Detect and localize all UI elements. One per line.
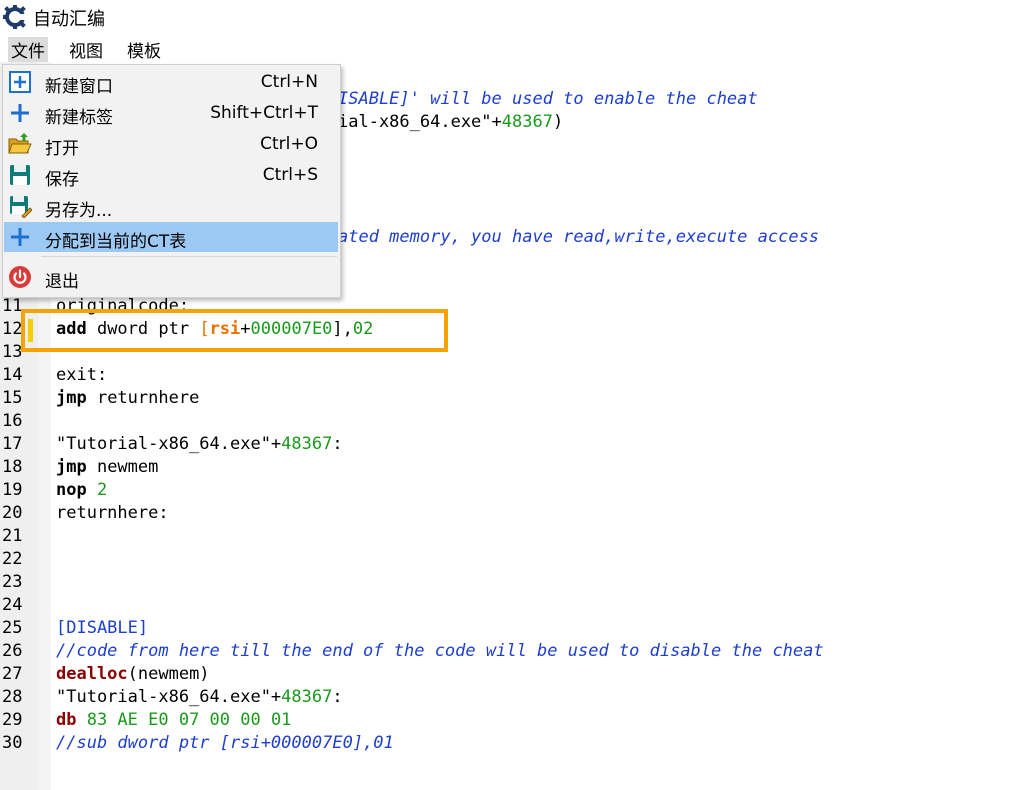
line-number: 21 <box>2 526 23 546</box>
code-line-14: exit: <box>56 365 108 385</box>
line-number: 28 <box>2 687 23 707</box>
menu-separator <box>41 256 337 257</box>
folder-open-icon <box>8 133 32 154</box>
menu-item-new-tab[interactable]: 新建标签 Shift+Ctrl+T <box>4 98 338 128</box>
code-line-2-fragment: ial-x86_64.exe"+48367) <box>338 112 564 132</box>
title-bar: 自动汇编 <box>0 0 1021 34</box>
line-number: 22 <box>2 549 23 569</box>
power-icon <box>9 266 31 288</box>
floppy-edit-icon <box>10 196 32 218</box>
line-number: 19 <box>2 480 23 500</box>
code-line-30: //sub dword ptr [rsi+000007E0],01 <box>56 733 394 753</box>
code-line-19: nop 2 <box>56 480 108 500</box>
line-number: 23 <box>2 572 23 592</box>
code-line-20: returnhere: <box>56 503 169 523</box>
menu-view[interactable]: 视图 <box>66 37 106 62</box>
menu-file[interactable]: 文件 <box>8 37 48 62</box>
line-number: 20 <box>2 503 23 523</box>
menu-item-save-as[interactable]: 另存为... <box>4 191 338 221</box>
code-line-17: "Tutorial-x86_64.exe"+48367: <box>56 434 343 454</box>
window-plus-icon <box>9 71 31 93</box>
code-line-28: "Tutorial-x86_64.exe"+48367: <box>56 687 343 707</box>
code-line-25: [DISABLE] <box>56 618 149 638</box>
code-line-27: dealloc(newmem) <box>56 664 210 684</box>
menu-item-open[interactable]: 打开 Ctrl+O <box>4 129 338 159</box>
code-line-7-fragment: ated memory, you have read,write,execute… <box>338 227 820 247</box>
line-number: 14 <box>2 365 23 385</box>
floppy-disk-icon <box>10 165 30 185</box>
menu-bar: 文件 视图 模板 <box>0 34 1021 62</box>
code-line-15: jmp returnhere <box>56 388 200 408</box>
code-line-18: jmp newmem <box>56 457 159 477</box>
line-number: 27 <box>2 664 23 684</box>
code-line-29: db 83 AE E0 07 00 00 01 <box>56 710 292 730</box>
line-number: 30 <box>2 733 23 753</box>
code-line-26: //code from here till the end of the cod… <box>56 641 824 661</box>
window-title: 自动汇编 <box>33 9 105 30</box>
menu-item-save[interactable]: 保存 Ctrl+S <box>4 160 338 190</box>
code-line-1-fragment: ISABLE]' will be used to enable the chea… <box>338 89 758 109</box>
menu-template[interactable]: 模板 <box>124 37 164 62</box>
line-number: 26 <box>2 641 23 661</box>
plus-icon <box>11 104 29 122</box>
line-number: 29 <box>2 710 23 730</box>
menu-item-assign-to-ct-table[interactable]: 分配到当前的CT表 <box>4 222 338 252</box>
line-number: 18 <box>2 457 23 477</box>
menu-item-exit[interactable]: 退出 <box>4 262 338 292</box>
plus-icon <box>11 228 29 246</box>
cheat-engine-logo-icon <box>3 5 27 29</box>
line-number: 24 <box>2 595 23 615</box>
line-number: 17 <box>2 434 23 454</box>
line-number: 15 <box>2 388 23 408</box>
highlight-annotation-box <box>21 309 448 352</box>
menu-item-new-window[interactable]: 新建窗口 Ctrl+N <box>4 67 338 97</box>
line-number: 25 <box>2 618 23 638</box>
line-number: 16 <box>2 411 23 431</box>
file-menu-dropdown: 新建窗口 Ctrl+N 新建标签 Shift+Ctrl+T 打开 Ctrl+O … <box>2 64 341 298</box>
